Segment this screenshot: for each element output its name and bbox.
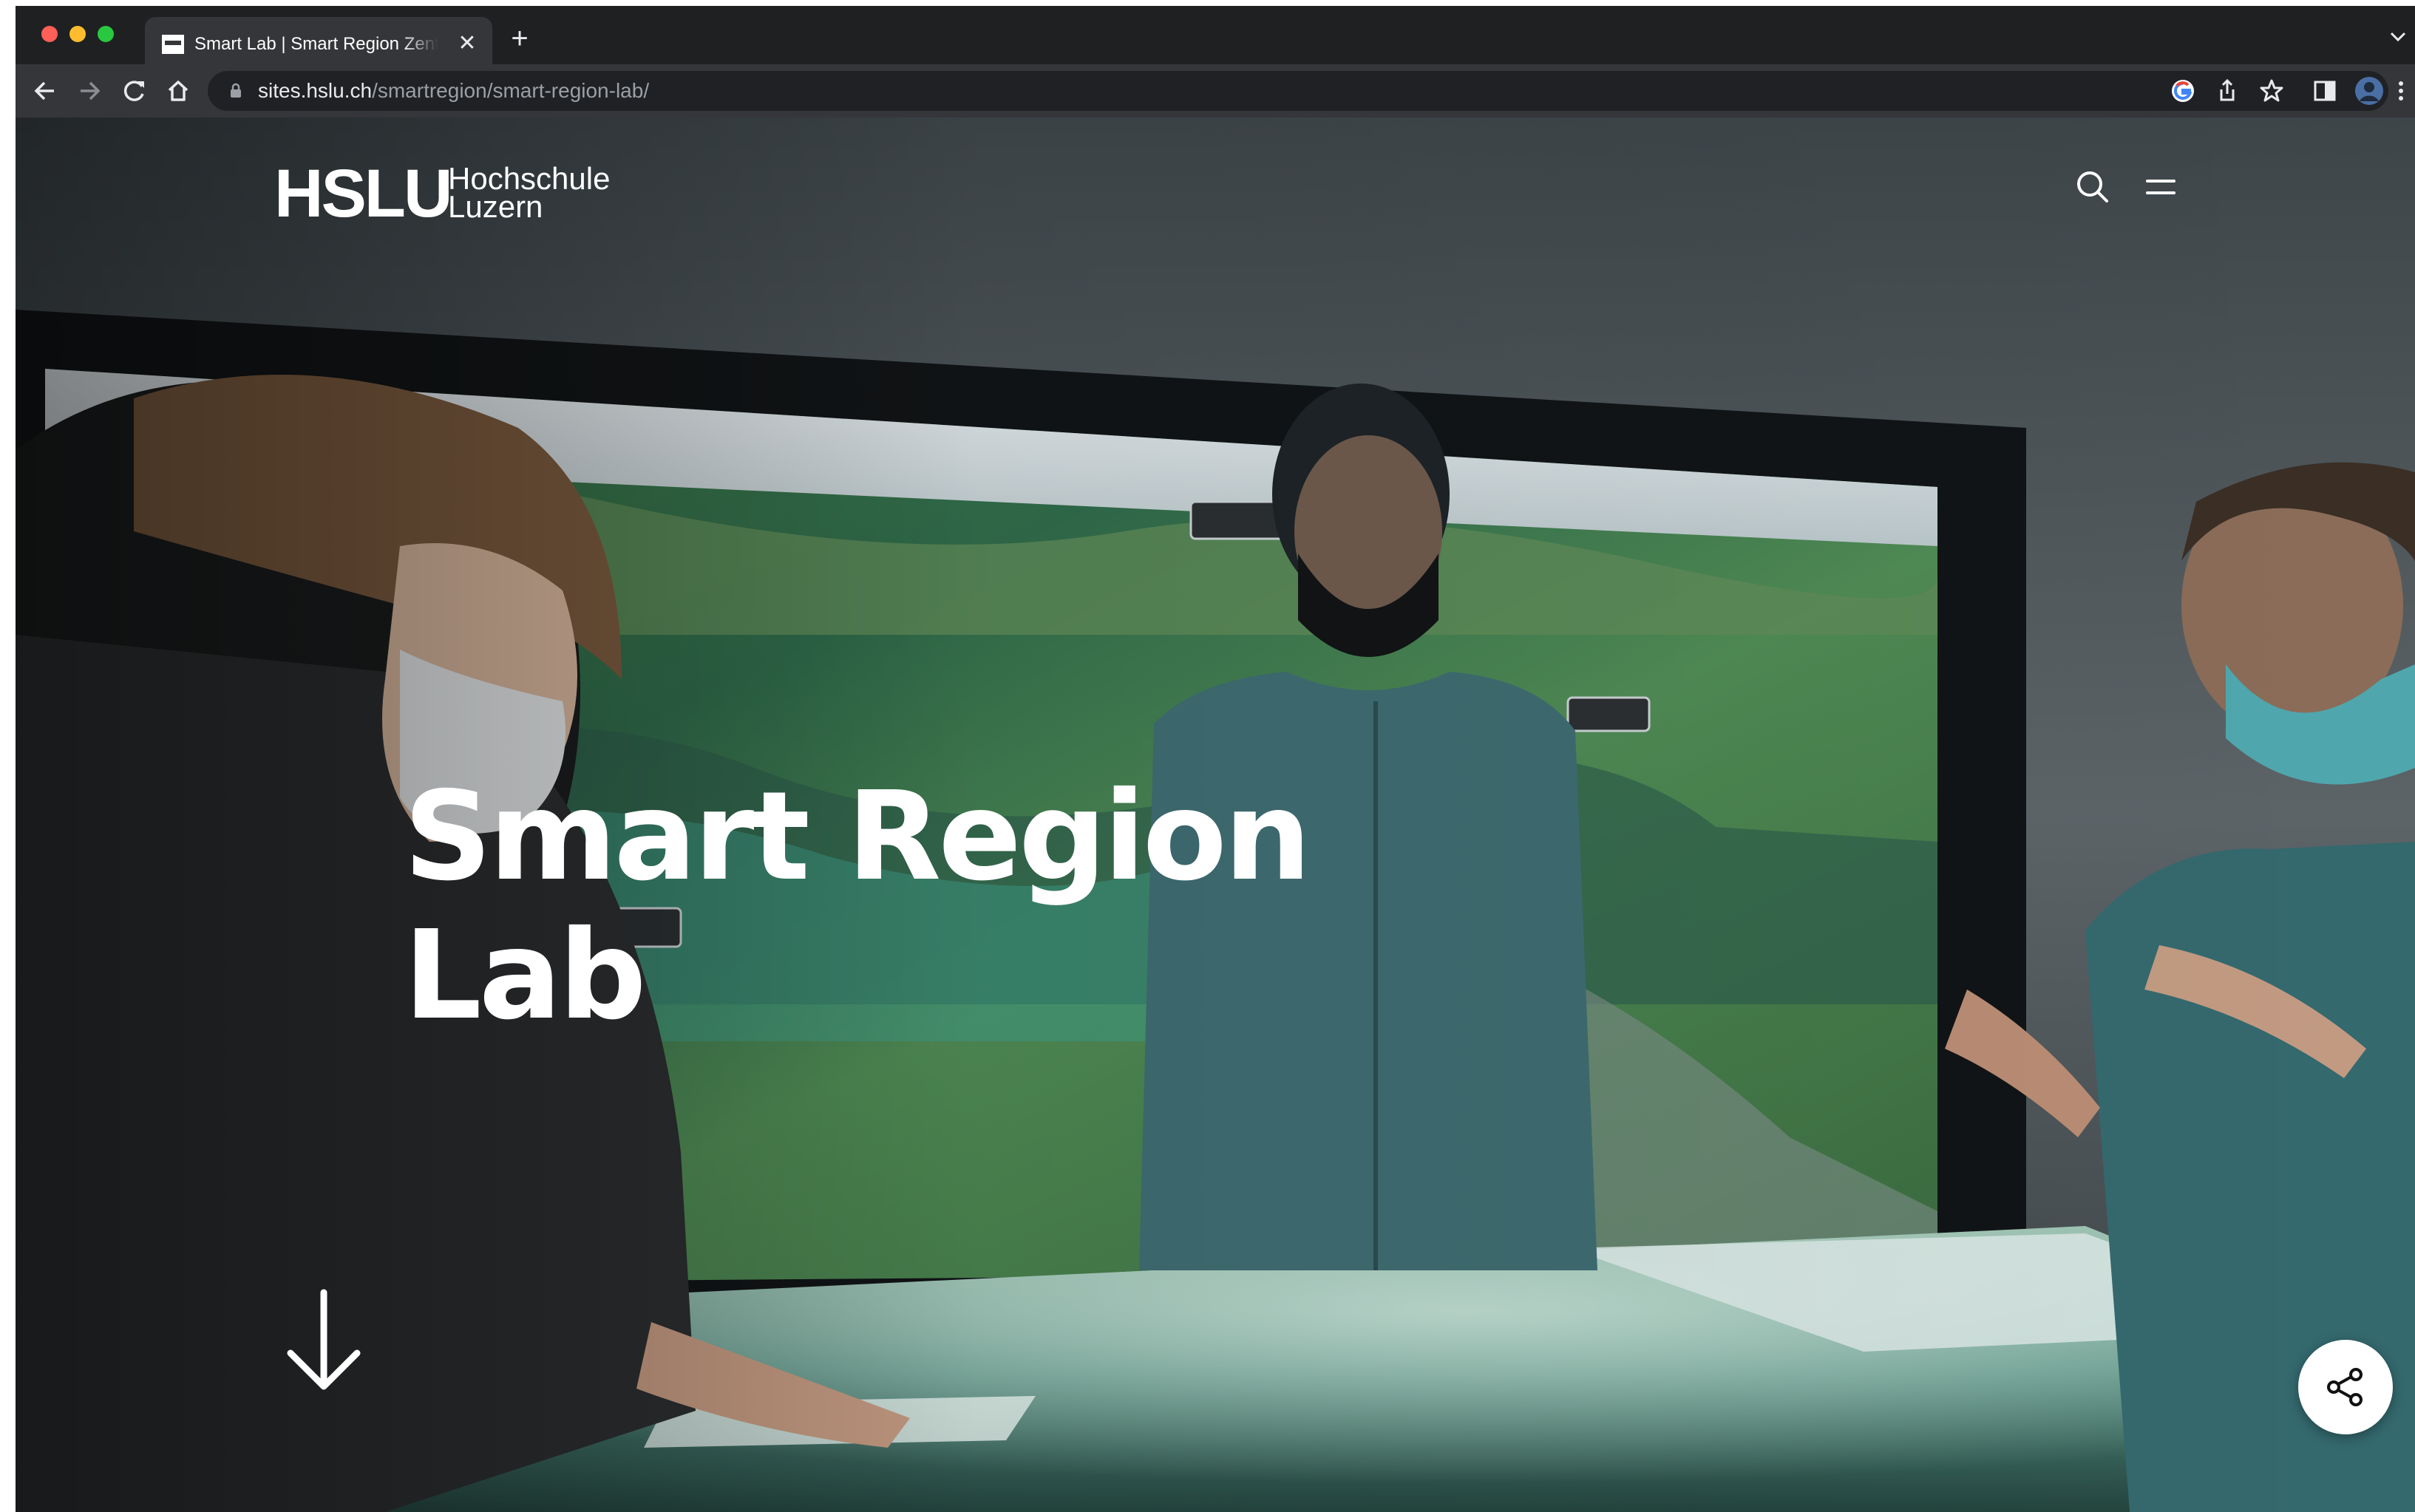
reload-icon[interactable] — [118, 75, 150, 107]
forward-icon[interactable] — [73, 75, 106, 107]
page-content: HSLU Hochschule Luzern Smart Region Lab — [16, 118, 2415, 1512]
logo-mark: HSLU — [274, 156, 452, 231]
tab-strip: Smart Lab | Smart Region Zentrum ✕ + — [16, 6, 2415, 64]
bookmark-star-icon[interactable] — [2255, 75, 2288, 107]
menu-icon[interactable] — [2146, 177, 2175, 199]
logo-text: Hochschule Luzern — [448, 163, 610, 224]
search-icon[interactable] — [2075, 169, 2109, 203]
home-icon[interactable] — [162, 75, 194, 107]
profile-avatar[interactable] — [2353, 75, 2385, 107]
favicon-icon — [162, 35, 184, 54]
url-host: sites.hslu.ch — [258, 79, 373, 102]
tab-title: Smart Lab | Smart Region Zentrum — [194, 34, 438, 54]
tab-search-icon[interactable] — [2387, 25, 2409, 47]
minimize-window-button[interactable] — [69, 26, 86, 42]
url-path: /smartregion/smart-region-lab/ — [372, 79, 650, 102]
browser-window: Smart Lab | Smart Region Zentrum ✕ + — [16, 6, 2415, 1512]
google-icon[interactable] — [2167, 75, 2199, 107]
new-tab-button[interactable]: + — [505, 24, 534, 53]
back-icon[interactable] — [29, 75, 61, 107]
address-bar[interactable]: sites.hslu.ch/smartregion/smart-region-l… — [208, 71, 2388, 111]
share-icon[interactable] — [2211, 75, 2244, 107]
side-panel-icon[interactable] — [2309, 75, 2341, 107]
share-button[interactable] — [2298, 1340, 2393, 1434]
logo-line2: Luzern — [448, 189, 543, 224]
url-text: sites.hslu.ch/smartregion/smart-region-l… — [258, 78, 649, 103]
hero-title-line1: Smart Region — [404, 766, 1311, 908]
hero-title-line2: Lab — [404, 905, 647, 1047]
close-window-button[interactable] — [41, 26, 58, 42]
maximize-window-button[interactable] — [98, 26, 114, 42]
hero-title: Smart Region Lab — [404, 768, 1439, 1046]
scroll-down-arrow-icon[interactable] — [279, 1285, 368, 1396]
tab-active[interactable]: Smart Lab | Smart Region Zentrum ✕ — [145, 17, 492, 64]
browser-toolbar: sites.hslu.ch/smartregion/smart-region-l… — [16, 64, 2415, 118]
more-icon[interactable] — [2390, 75, 2412, 107]
share-nodes-icon — [2327, 1368, 2363, 1406]
tab-close-icon[interactable]: ✕ — [454, 30, 480, 57]
lock-icon[interactable] — [227, 82, 245, 100]
